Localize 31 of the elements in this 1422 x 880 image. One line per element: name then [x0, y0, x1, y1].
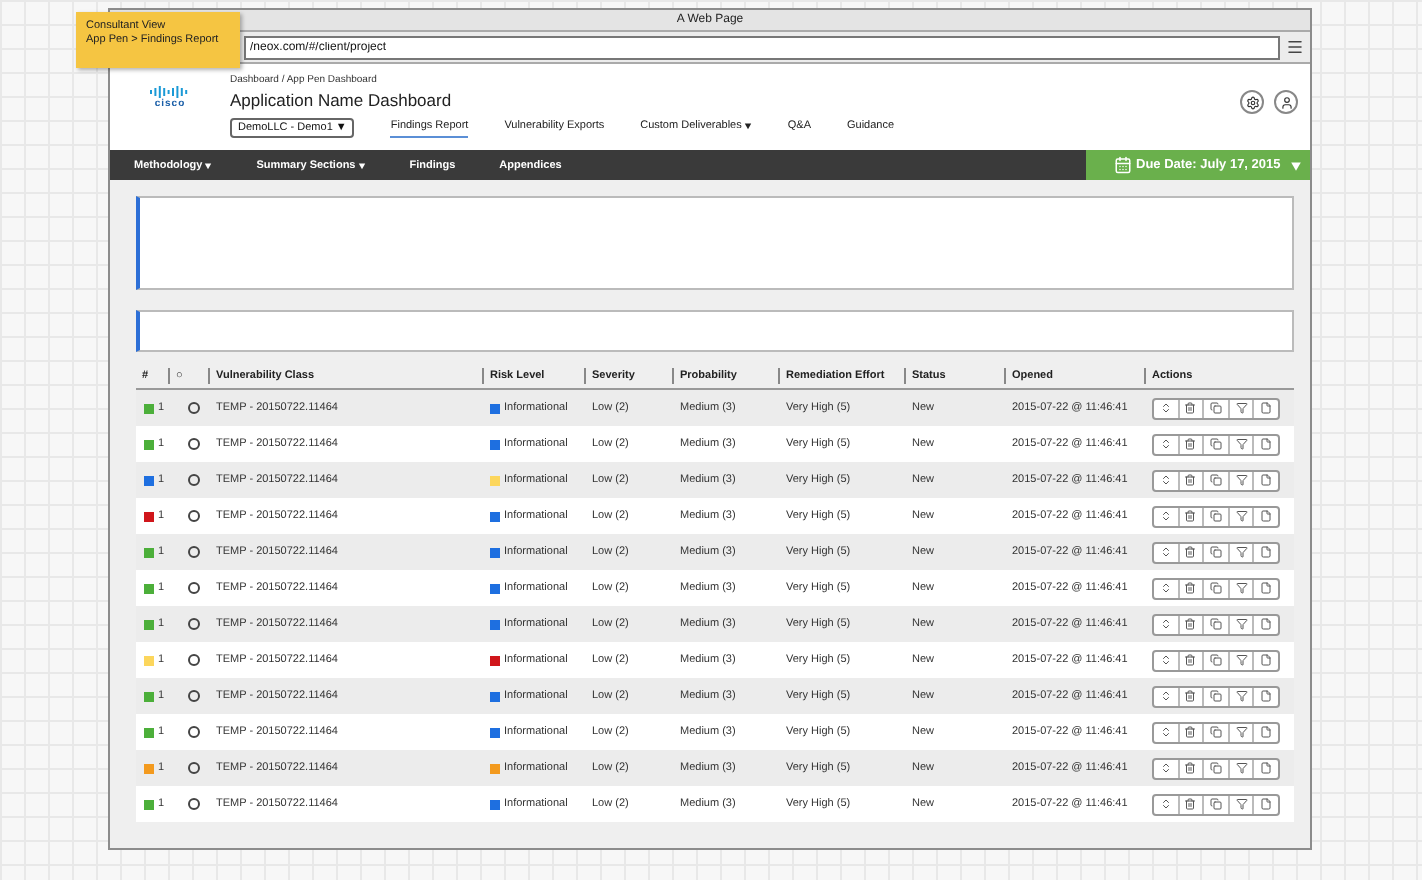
delete-icon[interactable]	[1179, 687, 1205, 705]
radio-button[interactable]	[188, 762, 200, 774]
radio-button[interactable]	[188, 654, 200, 666]
delete-icon[interactable]	[1179, 543, 1205, 561]
delete-icon[interactable]	[1179, 759, 1205, 777]
user-icon[interactable]	[1274, 90, 1298, 114]
radio-button[interactable]	[188, 546, 200, 558]
radio-button[interactable]	[188, 438, 200, 450]
radio-button[interactable]	[188, 510, 200, 522]
radio-button[interactable]	[188, 798, 200, 810]
delete-icon[interactable]	[1179, 579, 1205, 597]
delete-icon[interactable]	[1179, 723, 1205, 741]
delete-icon[interactable]	[1179, 651, 1205, 669]
radio-button[interactable]	[188, 690, 200, 702]
page-title: Application Name Dashboard	[230, 90, 454, 110]
delete-icon[interactable]	[1179, 795, 1205, 813]
radio-button[interactable]	[188, 726, 200, 738]
radio-button[interactable]	[188, 618, 200, 630]
delete-icon[interactable]	[1179, 507, 1205, 525]
delete-icon[interactable]	[1179, 435, 1205, 453]
radio-button[interactable]	[188, 474, 200, 486]
radio-button[interactable]	[188, 582, 200, 594]
settings-icon[interactable]	[1240, 90, 1264, 114]
delete-icon[interactable]	[1179, 399, 1205, 417]
menu-icon[interactable]	[1286, 38, 1304, 56]
calendar-icon	[1114, 156, 1132, 174]
delete-icon[interactable]	[1179, 615, 1205, 633]
caret-icon	[1290, 159, 1302, 171]
radio-button[interactable]	[188, 402, 200, 414]
delete-icon[interactable]	[1179, 471, 1205, 489]
bars-logo-icon	[150, 86, 190, 98]
